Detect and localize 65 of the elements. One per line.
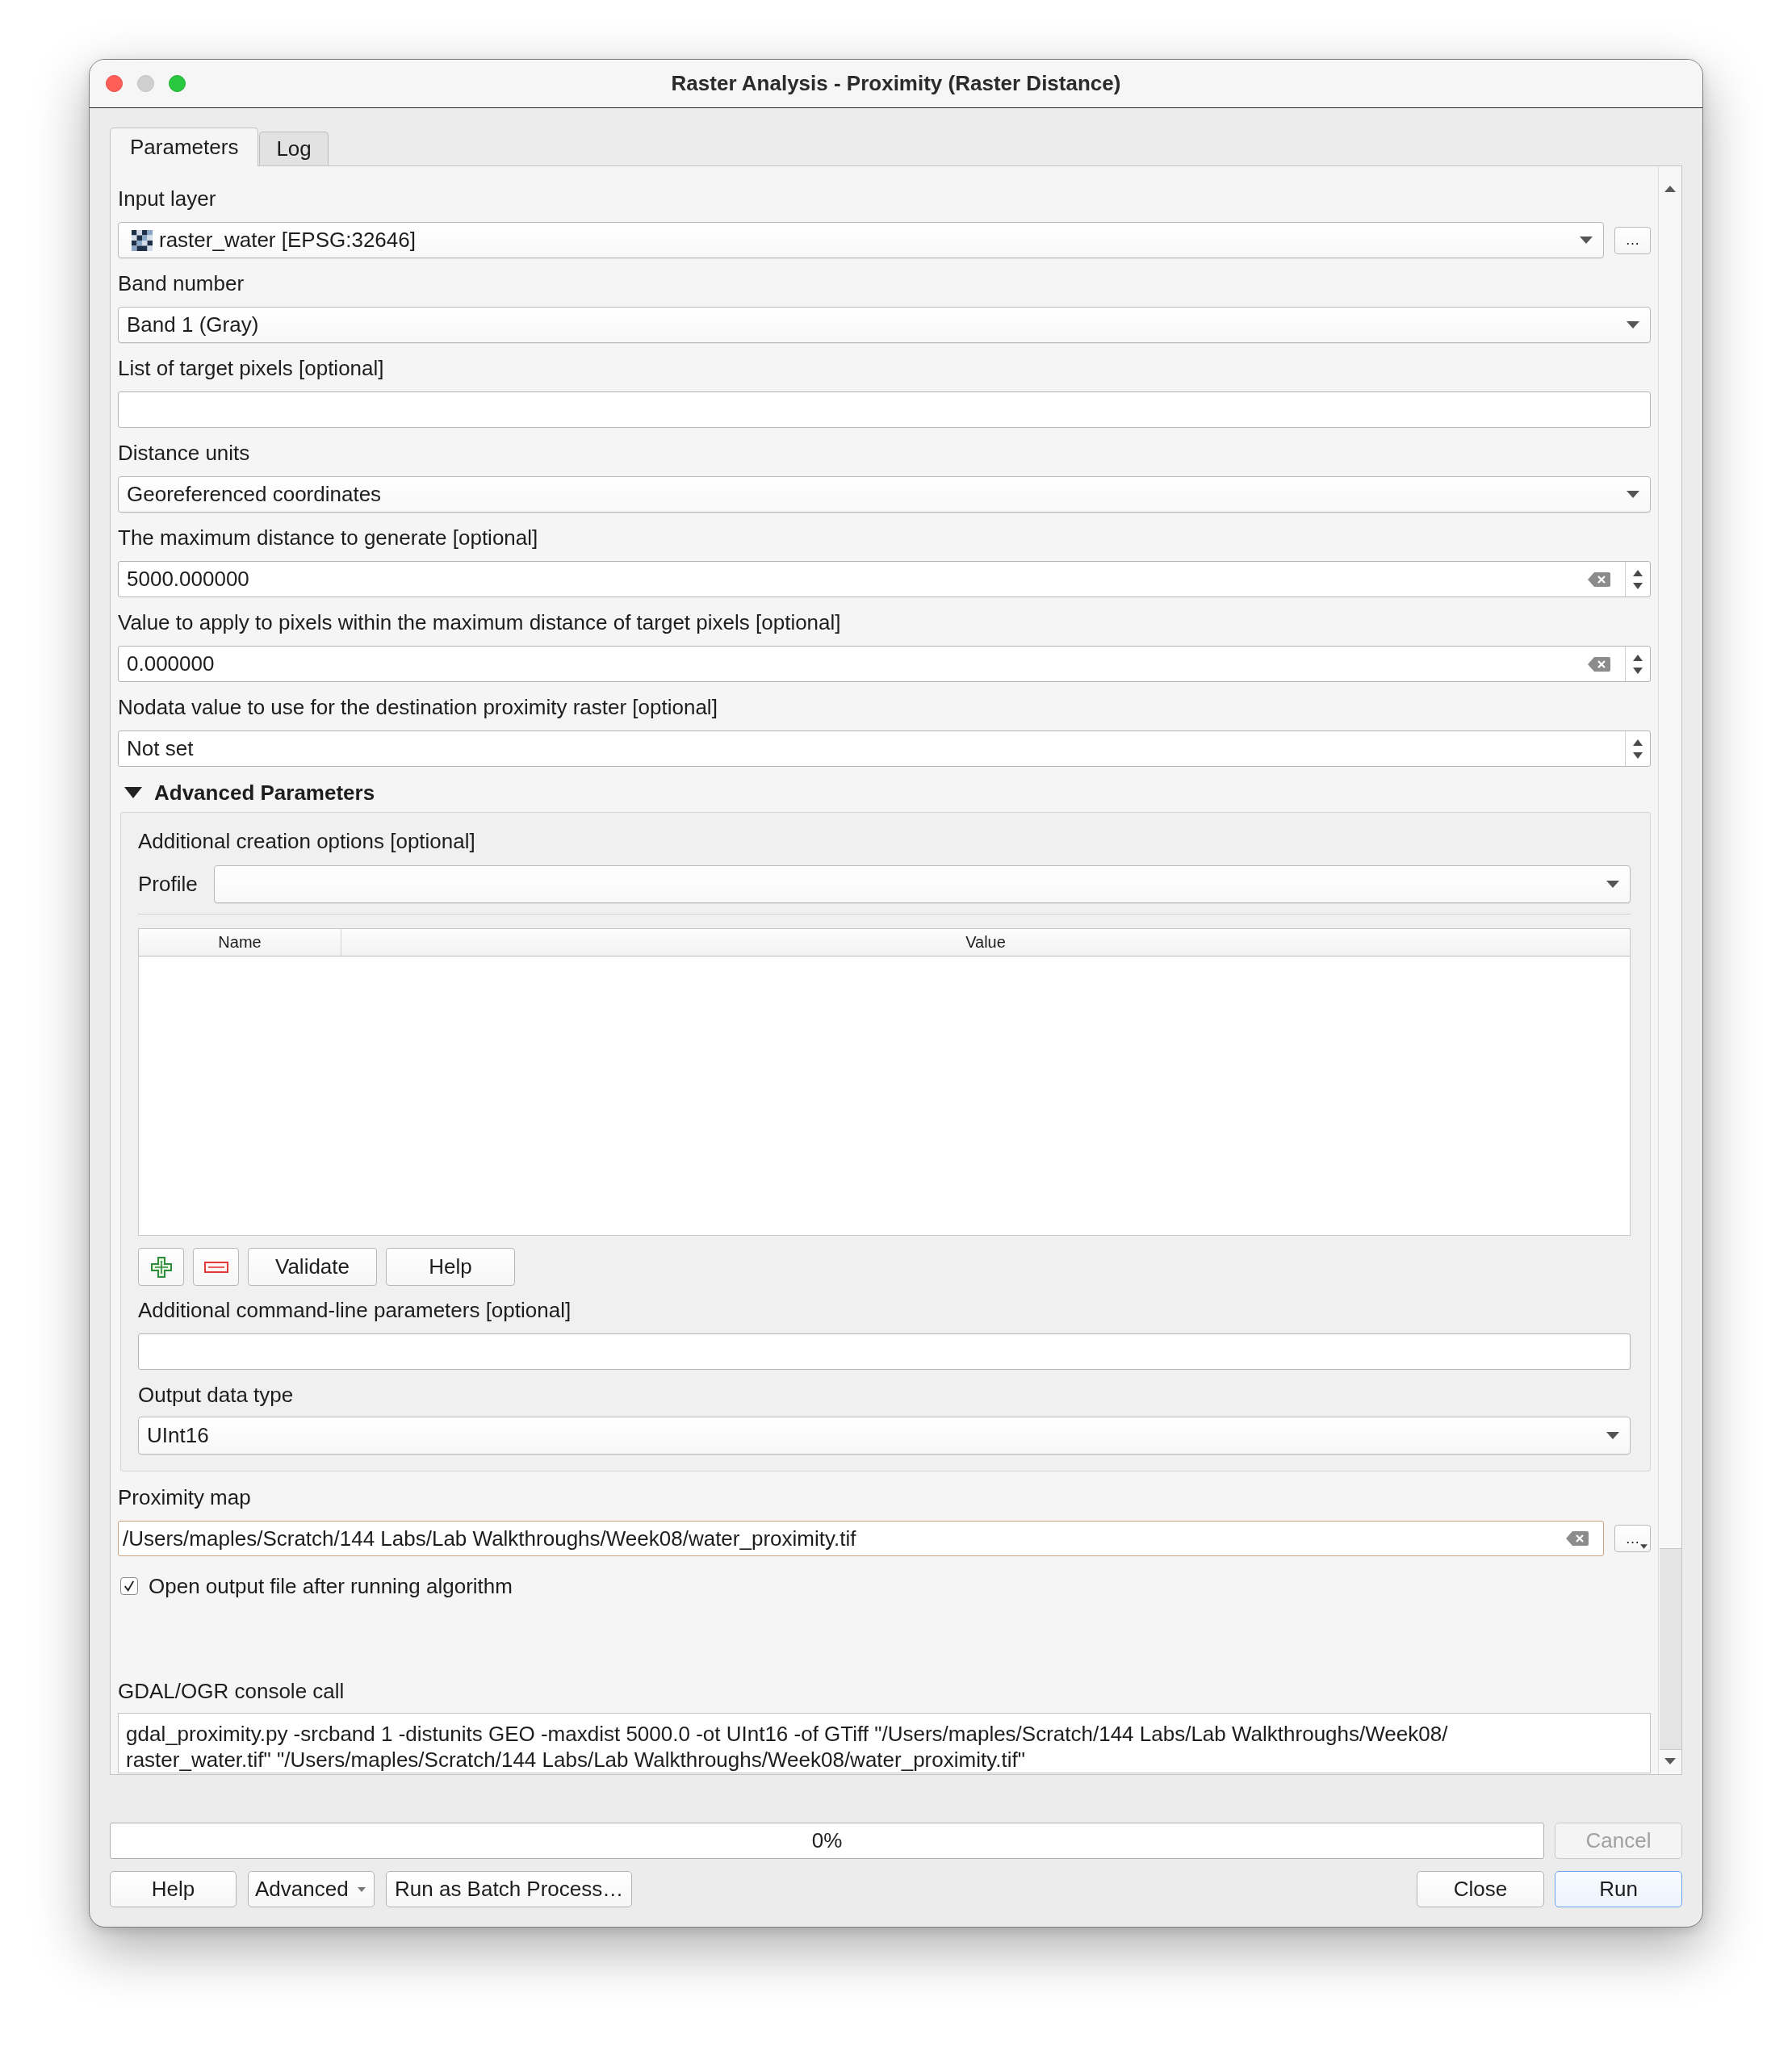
clear-icon[interactable] (1588, 571, 1610, 587)
column-header[interactable]: Value (341, 929, 1630, 956)
close-icon[interactable] (106, 75, 123, 92)
field-label: Input layer (118, 186, 217, 211)
number-field[interactable]: 0.000000 (118, 646, 1651, 682)
progress-label: 0% (811, 1828, 843, 1853)
minus-icon (203, 1261, 228, 1273)
browse-button[interactable]: … (1614, 226, 1651, 254)
zoom-icon[interactable] (169, 75, 186, 92)
caret-icon (1640, 1544, 1648, 1549)
remove-button[interactable] (193, 1248, 239, 1286)
dropdown[interactable]: raster_water [EPSG:32646] (118, 222, 1604, 258)
dropdown[interactable]: Band 1 (Gray) (118, 307, 1651, 343)
field-label: Distance units (118, 440, 251, 466)
field-label: Additional creation options [optional] (138, 828, 476, 854)
dialog-button[interactable]: Run (1555, 1871, 1682, 1907)
column-header[interactable]: Name (139, 929, 341, 956)
dialog-button[interactable]: Advanced (248, 1871, 375, 1907)
field-label: Additional command-line parameters [optional] (138, 1297, 572, 1323)
dialog-button[interactable]: Close (1417, 1871, 1544, 1907)
table-action-button[interactable]: Validate (248, 1248, 377, 1286)
field-label: Nodata value to use for the destination proximity raster [optional] (118, 694, 718, 720)
caret-icon (1606, 1432, 1619, 1439)
clear-icon[interactable] (1588, 656, 1610, 672)
plus-icon (150, 1256, 172, 1278)
checkmark-icon (124, 1580, 135, 1592)
scrollbar[interactable] (1658, 166, 1681, 1774)
window-title: Raster Analysis - Proximity (Raster Distance) (671, 71, 1121, 96)
field-label: Profile (138, 872, 198, 897)
dropdown[interactable]: UInt16 (138, 1417, 1631, 1455)
text-field[interactable] (118, 391, 1651, 428)
clear-icon[interactable] (1566, 1531, 1589, 1546)
dialog-button[interactable]: Help (110, 1871, 237, 1907)
file-path-field[interactable]: /Users/maples/Scratch/144 Labs/Lab Walkthroughs/Week08/water_proximity.tif (118, 1521, 1604, 1556)
tab[interactable]: Parameters (110, 128, 259, 166)
down-arrow-icon[interactable] (1664, 1758, 1676, 1764)
checkbox[interactable] (120, 1577, 138, 1595)
number-field[interactable]: Not set (118, 730, 1651, 767)
checkerboard-icon (132, 229, 153, 251)
scroll-thumb[interactable] (1659, 1548, 1681, 1750)
field-label: Band number (118, 270, 245, 296)
checkbox-label[interactable]: Open output file after running algorithm (149, 1573, 513, 1599)
table-action-button[interactable]: Help (386, 1248, 515, 1286)
dropdown[interactable]: Georeferenced coordinates (118, 476, 1651, 513)
command-text: gdal_proximity.py -srcband 1 -distunits GEO -maxdist 5000.0 -ot UInt16 -of GTiff "/Users/maples/Scratch/144 Labs/Lab Walkthroughs/Week08/ raster_water.tif" "/Users/maples/Scratch/144 Labs/Lab Walkthroughs/Week08/water_proximity.tif" (126, 1721, 1449, 1773)
caret-icon (1627, 321, 1639, 329)
caret-icon (1580, 237, 1593, 244)
text-field[interactable] (138, 1333, 1631, 1370)
field-label: The maximum distance to generate [optional] (118, 525, 539, 550)
field-label: Value to apply to pixels within the maximum distance of target pixels [optional] (118, 609, 842, 635)
add-button[interactable] (138, 1248, 184, 1286)
section-toggle[interactable]: Advanced Parameters (118, 778, 379, 807)
field-label: GDAL/OGR console call (118, 1678, 345, 1704)
field-label: List of target pixels [optional] (118, 355, 385, 381)
number-field[interactable]: 5000.000000 (118, 561, 1651, 597)
browse-button[interactable]: … (1614, 1525, 1651, 1552)
field-label: Proximity map (118, 1484, 252, 1510)
caret-icon (1606, 881, 1619, 888)
tab[interactable]: Log (259, 132, 329, 165)
caret-icon (1627, 491, 1639, 498)
field-label: Output data type (138, 1382, 295, 1408)
dialog-button[interactable]: Run as Batch Process… (386, 1871, 633, 1907)
caret-icon (358, 1886, 366, 1892)
dropdown[interactable] (213, 865, 1631, 903)
up-arrow-icon[interactable] (1664, 186, 1676, 192)
